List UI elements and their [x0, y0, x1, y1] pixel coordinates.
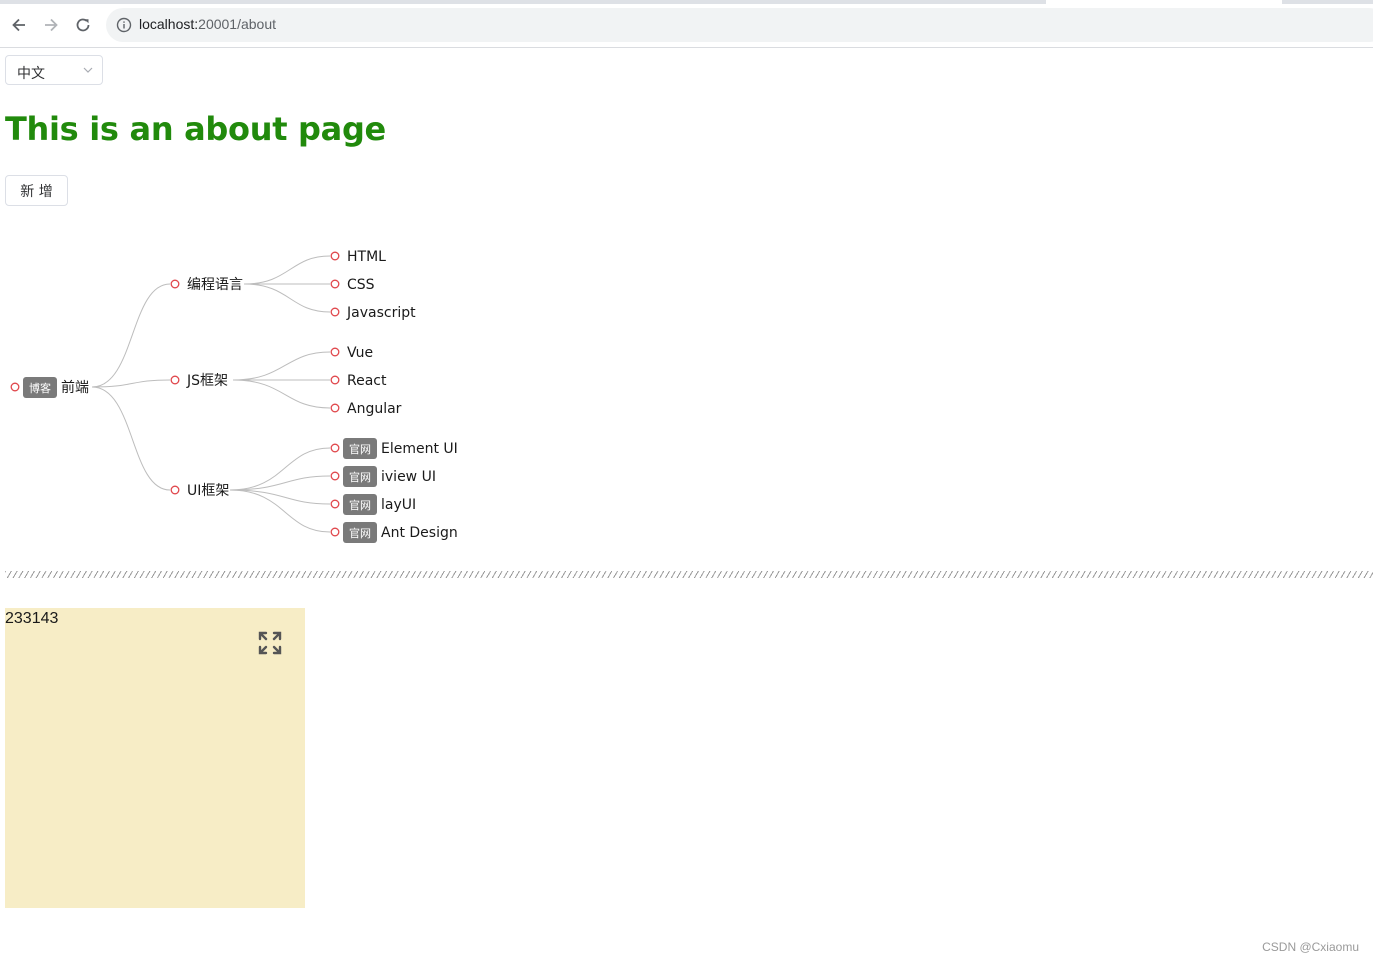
leaf-label[interactable]: Ant Design — [381, 525, 458, 541]
reload-button[interactable] — [70, 12, 96, 38]
add-button[interactable]: 新 增 — [5, 175, 68, 206]
leaf-label[interactable]: Vue — [347, 345, 373, 361]
forward-button[interactable] — [38, 12, 64, 38]
leaf-tag: 官网 — [349, 498, 371, 512]
fullscreen-icon[interactable] — [257, 630, 283, 656]
leaf-label[interactable]: Element UI — [381, 441, 458, 457]
resize-divider[interactable] — [5, 571, 1373, 578]
content-panel: 233143 — [5, 608, 305, 908]
node-toggle[interactable] — [330, 347, 340, 357]
address-bar[interactable]: localhost:20001/about — [106, 8, 1373, 42]
root-label[interactable]: 前端 — [61, 379, 89, 396]
url-text[interactable]: localhost:20001/about — [139, 16, 276, 32]
mindmap-link — [243, 255, 331, 285]
mindmap-link — [91, 386, 171, 491]
watermark: CSDN @Cxiaomu — [1262, 940, 1359, 954]
mindmap: 博客 前端 编程语言 JS框架 UI框架 HTML CSS Javascript… — [10, 249, 458, 543]
leaf-label[interactable]: React — [347, 373, 387, 389]
back-button[interactable] — [6, 12, 32, 38]
page-title: This is an about page — [5, 110, 386, 148]
node-toggle[interactable] — [330, 279, 340, 289]
node-toggle[interactable] — [330, 375, 340, 385]
mindmap-link — [232, 379, 331, 409]
leaf-label[interactable]: Javascript — [346, 305, 416, 321]
mindmap-link — [91, 283, 171, 388]
chevron-down-icon — [83, 67, 93, 73]
leaf-label[interactable]: CSS — [347, 277, 375, 293]
mindmap-link — [243, 283, 331, 313]
leaf-tag: 官网 — [349, 442, 371, 456]
url-path: 20001/about — [198, 16, 277, 32]
mindmap-link — [229, 475, 331, 491]
language-select[interactable]: 中文 — [5, 55, 103, 85]
leaf-label[interactable]: HTML — [347, 249, 386, 265]
reload-icon — [76, 18, 90, 32]
tab-strip — [0, 0, 1373, 4]
leaf-tag: 官网 — [349, 526, 371, 540]
leaf-label[interactable]: layUI — [381, 497, 416, 513]
arrow-right-icon — [45, 18, 58, 32]
active-tab[interactable] — [1046, 0, 1282, 4]
browser-toolbar: localhost:20001/about — [0, 0, 1373, 48]
node-toggle[interactable] — [330, 471, 340, 481]
leaf-label[interactable]: iview UI — [381, 469, 436, 485]
root-tag: 博客 — [29, 381, 51, 395]
node-toggle[interactable] — [330, 403, 340, 413]
url-host: localhost: — [139, 16, 199, 32]
node-toggle[interactable] — [330, 251, 340, 261]
node-toggle[interactable] — [10, 382, 20, 392]
info-icon[interactable] — [116, 17, 132, 33]
leaf-label[interactable]: Angular — [347, 401, 402, 417]
language-select-value: 中文 — [17, 65, 45, 81]
node-toggle[interactable] — [330, 527, 340, 537]
arrow-left-icon — [12, 18, 25, 32]
mindmap-link — [232, 351, 331, 381]
node-toggle[interactable] — [170, 375, 180, 385]
node-toggle[interactable] — [170, 279, 180, 289]
node-toggle[interactable] — [330, 443, 340, 453]
branch-label[interactable]: 编程语言 — [187, 277, 243, 293]
node-toggle[interactable] — [330, 307, 340, 317]
node-toggle[interactable] — [170, 485, 180, 495]
branch-label[interactable]: JS框架 — [186, 373, 228, 389]
branch-label[interactable]: UI框架 — [187, 483, 229, 499]
leaf-tag: 官网 — [349, 470, 371, 484]
node-toggle[interactable] — [330, 499, 340, 509]
mindmap-link — [229, 489, 331, 505]
panel-value: 233143 — [5, 610, 59, 627]
